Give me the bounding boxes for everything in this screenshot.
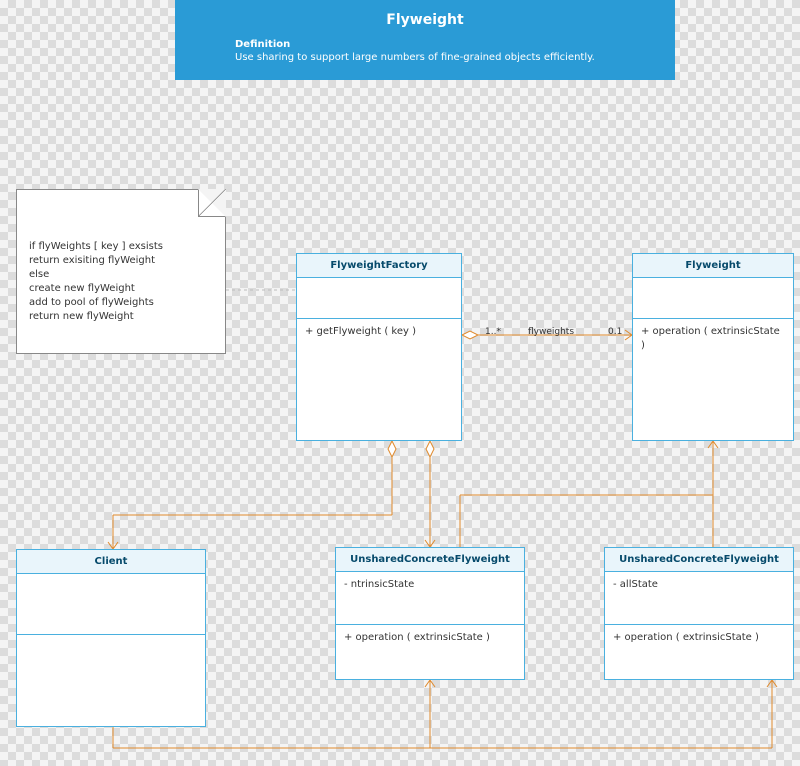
class-flyweight[interactable]: Flyweight + operation ( extrinsicState ) bbox=[632, 253, 794, 441]
class-methods: + operation ( extrinsicState ) bbox=[605, 625, 793, 679]
class-methods bbox=[17, 635, 205, 726]
class-title: UnsharedConcreteFlyweight bbox=[605, 548, 793, 572]
note-line: add to pool of flyWeights bbox=[29, 296, 213, 310]
class-attributes bbox=[297, 278, 461, 319]
multiplicity-left: 1..* bbox=[485, 328, 501, 337]
attribute: - allState bbox=[613, 578, 785, 592]
class-client[interactable]: Client bbox=[16, 549, 206, 727]
class-title: Flyweight bbox=[633, 254, 793, 278]
pseudocode-note[interactable]: if flyWeights [ key ] exsists return exi… bbox=[16, 189, 226, 354]
definition-label: Definition bbox=[235, 39, 290, 50]
method: + getFlyweight ( key ) bbox=[305, 325, 453, 339]
note-line: create new flyWeight bbox=[29, 282, 213, 296]
pattern-header: Flyweight Definition Use sharing to supp… bbox=[175, 0, 675, 80]
note-fold-icon bbox=[198, 189, 226, 217]
note-line: return new flyWeight bbox=[29, 310, 213, 324]
method: + operation ( extrinsicState ) bbox=[641, 325, 785, 352]
method: + operation ( extrinsicState ) bbox=[613, 631, 785, 645]
class-methods: + operation ( extrinsicState ) bbox=[633, 319, 793, 440]
note-line: return exisiting flyWeight bbox=[29, 254, 213, 268]
class-title: FlyweightFactory bbox=[297, 254, 461, 278]
class-title: UnsharedConcreteFlyweight bbox=[336, 548, 524, 572]
pattern-title: Flyweight bbox=[175, 0, 675, 28]
multiplicity-right: 0.1 bbox=[608, 328, 622, 337]
class-attributes bbox=[17, 574, 205, 635]
class-attributes: - allState bbox=[605, 572, 793, 625]
diagram-canvas: Flyweight Definition Use sharing to supp… bbox=[0, 0, 800, 766]
class-unshared-concrete-1[interactable]: UnsharedConcreteFlyweight - ntrinsicStat… bbox=[335, 547, 525, 680]
class-unshared-concrete-2[interactable]: UnsharedConcreteFlyweight - allState + o… bbox=[604, 547, 794, 680]
class-attributes: - ntrinsicState bbox=[336, 572, 524, 625]
class-title: Client bbox=[17, 550, 205, 574]
class-attributes bbox=[633, 278, 793, 319]
note-line: if flyWeights [ key ] exsists bbox=[29, 240, 213, 254]
method: + operation ( extrinsicState ) bbox=[344, 631, 516, 645]
class-flyweight-factory[interactable]: FlyweightFactory + getFlyweight ( key ) bbox=[296, 253, 462, 441]
note-line: else bbox=[29, 268, 213, 282]
pattern-definition: Definition Use sharing to support large … bbox=[175, 28, 675, 64]
definition-text: Use sharing to support large numbers of … bbox=[235, 52, 595, 63]
association-name: flyweights bbox=[528, 328, 574, 337]
class-methods: + operation ( extrinsicState ) bbox=[336, 625, 524, 679]
class-methods: + getFlyweight ( key ) bbox=[297, 319, 461, 440]
attribute: - ntrinsicState bbox=[344, 578, 516, 592]
